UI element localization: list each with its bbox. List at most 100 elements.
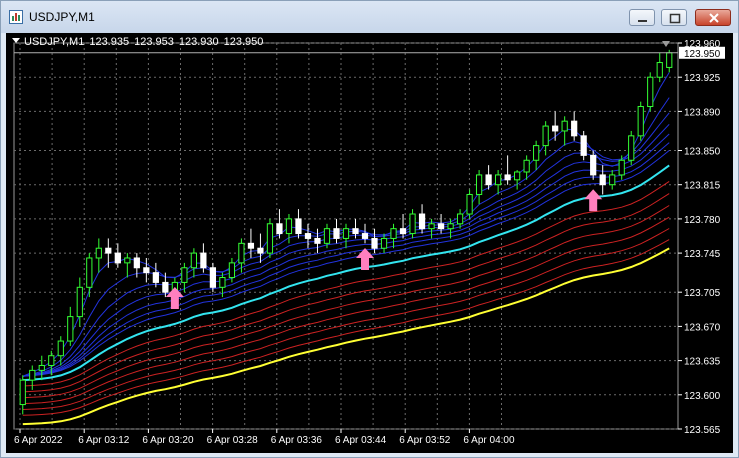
candle-body <box>418 213 426 230</box>
candle-body <box>656 62 663 78</box>
candle-body <box>637 106 644 137</box>
candle-body <box>76 286 83 318</box>
chart-header: USDJPY,M1 123.935 123.953 123.930 123.950 <box>12 36 268 48</box>
candle-body <box>295 218 302 235</box>
candle-body <box>342 228 350 239</box>
candle-body <box>114 252 121 264</box>
current-price-label: 123.950 <box>684 49 721 60</box>
x-tick-label: 6 Apr 03:12 <box>78 435 130 446</box>
y-tick-label: 123.670 <box>684 322 721 333</box>
candle-body <box>428 223 435 230</box>
title-bar[interactable]: USDJPY,M1 <box>1 1 738 33</box>
price-chart[interactable]: 123.960123.925123.890123.850123.815123.7… <box>6 33 733 453</box>
candle-body <box>266 223 274 254</box>
close-value: 123.950 <box>223 36 264 48</box>
candle-body <box>523 159 530 173</box>
y-tick-label: 123.600 <box>684 391 721 402</box>
candle-body <box>495 174 502 186</box>
x-tick-label: 6 Apr 2022 <box>14 435 63 446</box>
candle-body <box>561 120 568 132</box>
candle-body <box>533 145 540 161</box>
ma-cyan-line <box>22 164 670 382</box>
chart-menu-icon[interactable] <box>12 38 20 43</box>
candle-body <box>504 174 511 181</box>
high-value: 123.953 <box>134 36 174 48</box>
candle-body <box>181 267 188 283</box>
candle-body <box>371 237 378 249</box>
candle-body <box>257 247 264 254</box>
candle-body <box>647 76 654 108</box>
candle-body <box>304 233 312 239</box>
candle-body <box>86 257 93 288</box>
candle-body <box>95 247 102 259</box>
y-tick-label: 123.780 <box>684 215 721 226</box>
candle-body <box>609 174 616 186</box>
y-tick-label: 123.850 <box>684 146 721 157</box>
candle-body <box>238 242 245 264</box>
candle-body <box>466 193 473 215</box>
candle-body <box>514 171 521 181</box>
candle-body <box>628 135 635 161</box>
candle-body <box>333 228 340 239</box>
x-tick-label: 6 Apr 03:44 <box>335 435 387 446</box>
candle-body <box>29 369 36 381</box>
window-title: USDJPY,M1 <box>29 10 95 24</box>
ma-yellow-line <box>22 247 670 426</box>
minimize-icon <box>638 20 647 22</box>
candle-body <box>390 228 397 239</box>
candle-body <box>447 223 454 230</box>
candle-body <box>190 252 197 269</box>
chart-shift-icon <box>662 41 670 47</box>
candle-body <box>409 213 416 235</box>
x-tick-label: 6 Apr 03:36 <box>271 435 323 446</box>
candle-body <box>209 267 217 288</box>
candle-body <box>247 242 255 249</box>
candle-body <box>228 262 236 279</box>
candle-body <box>124 257 131 264</box>
candle-body <box>456 213 464 225</box>
open-value: 123.935 <box>89 36 130 48</box>
y-tick-label: 123.815 <box>684 181 721 192</box>
candle-body <box>162 281 169 293</box>
candle-body <box>571 120 578 137</box>
y-tick-label: 123.635 <box>684 357 721 368</box>
ma-red-line <box>22 193 670 393</box>
y-tick-label: 123.745 <box>684 249 721 260</box>
buy-arrow-icon <box>584 189 603 212</box>
candle-body <box>618 159 625 176</box>
y-tick-label: 123.565 <box>684 425 721 436</box>
candle-body <box>475 174 483 195</box>
x-tick-label: 6 Apr 04:00 <box>463 435 515 446</box>
candle-body <box>352 228 359 235</box>
candle-body <box>361 233 369 239</box>
x-tick-label: 6 Apr 03:28 <box>207 435 259 446</box>
candle-body <box>380 237 388 249</box>
candle-body <box>133 257 140 269</box>
ma-red-line <box>22 180 670 387</box>
candle-body <box>590 154 597 176</box>
candle-body <box>152 272 159 283</box>
chart-area[interactable]: 123.960 123.925 123.890 123.850 123.815 123.7… <box>6 33 733 453</box>
candle-body <box>542 125 549 147</box>
candle-body <box>276 223 283 235</box>
candle-body <box>200 252 207 269</box>
minimize-button[interactable] <box>629 9 655 26</box>
candle-body <box>437 223 445 230</box>
candle-body <box>580 135 587 156</box>
candle-body <box>485 174 492 186</box>
chart-window-icon <box>9 10 23 24</box>
candle-body <box>666 52 673 68</box>
maximize-button[interactable] <box>661 9 687 26</box>
candle-body <box>552 125 559 132</box>
y-tick-label: 123.890 <box>684 107 721 118</box>
close-button[interactable] <box>695 9 731 26</box>
candle-body <box>314 237 321 244</box>
candle-body <box>323 228 331 244</box>
y-tick-label: 123.925 <box>684 73 721 84</box>
candle-body <box>48 355 55 366</box>
x-tick-label: 6 Apr 03:52 <box>399 435 451 446</box>
x-tick-label: 6 Apr 03:20 <box>142 435 194 446</box>
candle-body <box>105 247 112 254</box>
candle-body <box>219 277 226 288</box>
chart-window: USDJPY,M1 123.960 123.925 123.890 123.850 12… <box>0 0 739 458</box>
